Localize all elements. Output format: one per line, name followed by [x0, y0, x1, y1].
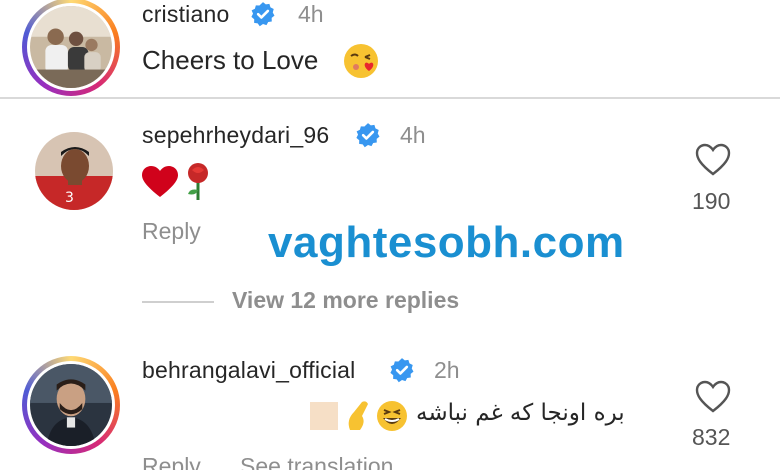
post-avatar[interactable]	[22, 0, 120, 96]
verified-badge-icon	[390, 358, 414, 383]
view-more-replies[interactable]: View 12 more replies	[232, 287, 459, 314]
site-watermark: vaghtesobh.com	[268, 218, 625, 267]
post-header: cristiano 4h Cheers to Love	[0, 0, 780, 97]
comment-time: 2h	[434, 357, 460, 383]
post-divider	[0, 97, 780, 99]
post-time: 4h	[298, 1, 324, 27]
comment-text-row: بره اونجا که غم نباشه	[300, 398, 680, 434]
comment-avatar-sepehr[interactable]: 3	[35, 132, 113, 210]
placeholder-square-icon	[310, 402, 338, 430]
grinning-squinting-face-icon	[377, 401, 407, 431]
comment-username[interactable]: sepehrheydari_96	[142, 122, 329, 149]
comment-time: 4h	[400, 122, 426, 148]
see-translation-button[interactable]: See translation	[240, 453, 393, 470]
reply-button[interactable]: Reply	[142, 218, 201, 245]
pinched-fingers-icon	[348, 401, 368, 430]
avatar-image	[30, 6, 112, 88]
svg-text:3: 3	[65, 190, 74, 206]
verified-badge-icon	[356, 123, 380, 148]
comment-text: بره اونجا که غم نباشه	[416, 400, 625, 426]
view-more-line	[142, 301, 214, 303]
like-count: 832	[692, 424, 731, 450]
reply-button[interactable]: Reply	[142, 453, 201, 470]
comment-username[interactable]: behrangalavi_official	[142, 357, 355, 384]
heart-outline-icon[interactable]	[695, 143, 731, 177]
post-username[interactable]: cristiano	[142, 1, 229, 28]
comment-avatar-behrang[interactable]	[22, 356, 120, 454]
like-count: 190	[692, 188, 731, 214]
rose-icon	[188, 163, 208, 200]
verified-badge-icon	[251, 2, 275, 27]
heart-outline-icon[interactable]	[695, 380, 731, 414]
avatar-image	[30, 364, 112, 446]
kissing-face-icon	[344, 44, 378, 78]
red-heart-icon	[142, 166, 178, 197]
post-caption: Cheers to Love	[142, 45, 319, 75]
